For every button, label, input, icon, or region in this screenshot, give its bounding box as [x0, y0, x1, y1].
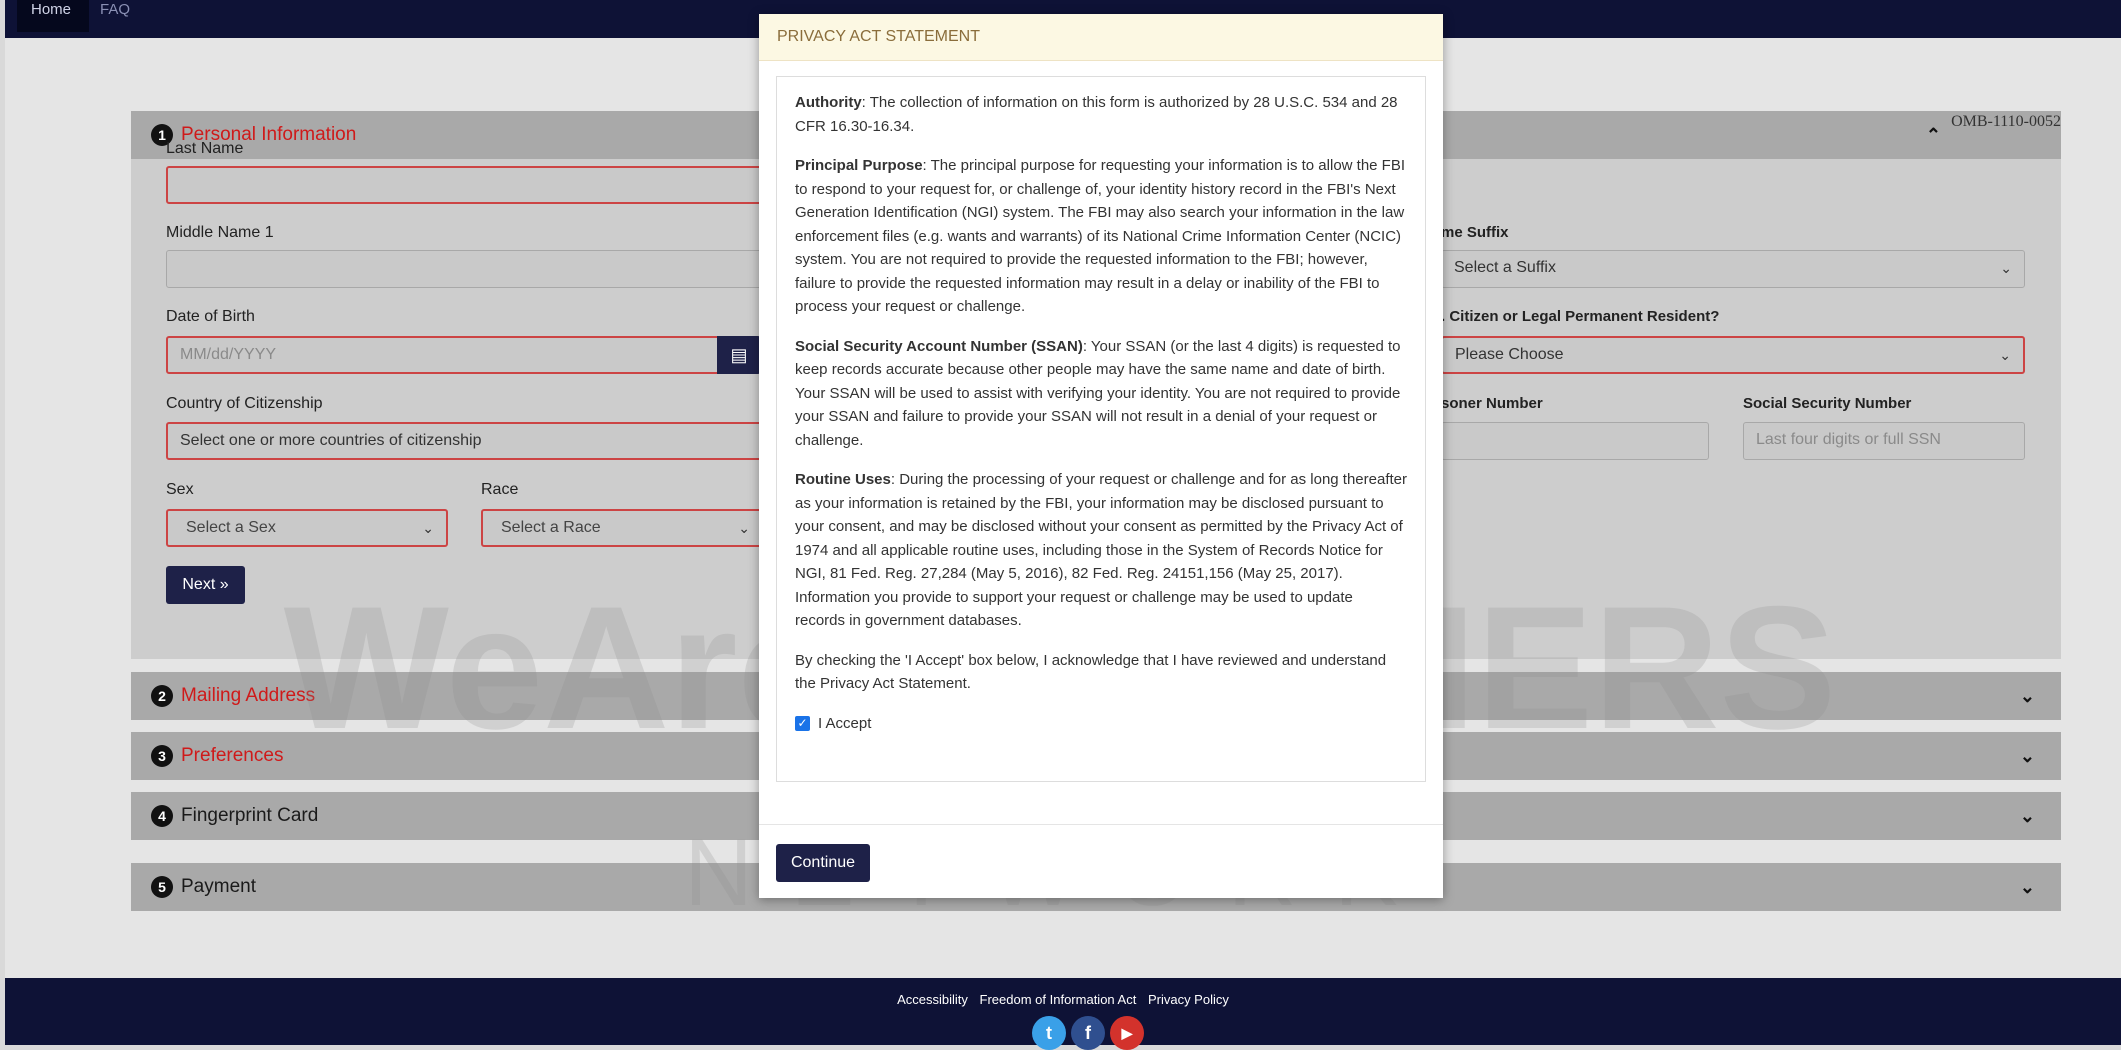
chevron-down-icon: ⌄: [738, 520, 750, 536]
panel-title: Payment: [181, 876, 256, 897]
chevron-down-icon: ⌄: [2000, 260, 2012, 276]
step-number: 3: [151, 745, 173, 767]
next-button[interactable]: Next »: [166, 566, 245, 604]
chevron-up-icon[interactable]: ⌃: [1926, 125, 1941, 146]
modal-title: PRIVACY ACT STATEMENT: [759, 14, 1443, 61]
country-select[interactable]: Select one or more countries of citizens…: [166, 422, 764, 460]
routine-uses-paragraph: Routine Uses: During the processing of y…: [795, 468, 1407, 633]
authority-label: Authority: [795, 94, 862, 111]
panel-title: Preferences: [181, 745, 284, 766]
ssn-label: Social Security Number: [1743, 395, 1912, 412]
privacy-act-modal: PRIVACY ACT STATEMENT Authority: The col…: [759, 14, 1443, 898]
step-number: 2: [151, 685, 173, 707]
chevron-down-icon[interactable]: ⌄: [2020, 877, 2035, 898]
panel-title: Mailing Address: [181, 685, 316, 706]
calendar-icon[interactable]: ▤: [717, 336, 761, 374]
country-label: Country of Citizenship: [166, 395, 323, 412]
sex-select[interactable]: Select a Sex ⌄: [166, 509, 448, 547]
purpose-text: : The principal purpose for requesting y…: [795, 157, 1406, 315]
authority-text: : The collection of information on this …: [795, 94, 1398, 135]
citizen-label: . Citizen or Legal Permanent Resident?: [1441, 308, 1720, 325]
routine-uses-label: Routine Uses: [795, 471, 891, 488]
purpose-label: Principal Purpose: [795, 157, 923, 174]
ssan-paragraph: Social Security Account Number (SSAN): Y…: [795, 335, 1407, 453]
citizen-value: Please Choose: [1455, 346, 1564, 363]
sex-label: Sex: [166, 481, 194, 498]
authority-paragraph: Authority: The collection of information…: [795, 91, 1407, 138]
dob-placeholder: MM/dd/YYYY: [180, 346, 277, 363]
prisoner-number-input[interactable]: [1441, 422, 1709, 460]
omb-number: OMB-1110-0052: [1951, 113, 2061, 130]
accept-checkbox[interactable]: ✓: [795, 715, 810, 731]
nav-faq-link[interactable]: FAQ: [100, 0, 130, 20]
step-number: 5: [151, 876, 173, 898]
ssn-input[interactable]: Last four digits or full SSN: [1743, 422, 2025, 460]
chevron-down-icon[interactable]: ⌄: [2020, 686, 2035, 707]
next-label: Next: [182, 576, 216, 593]
footer-link-accessibility[interactable]: Accessibility: [897, 992, 968, 1007]
race-value: Select a Race: [501, 519, 601, 536]
suffix-label: me Suffix: [1441, 224, 1509, 241]
accept-row: ✓ I Accept: [795, 712, 1407, 736]
nav-home-link[interactable]: Home: [17, 0, 89, 32]
footer-link-privacy-policy[interactable]: Privacy Policy: [1148, 992, 1229, 1007]
panel-title: Fingerprint Card: [181, 805, 319, 826]
middle-name-label: Middle Name 1: [166, 224, 274, 241]
accept-label[interactable]: I Accept: [818, 712, 871, 736]
suffix-value: Select a Suffix: [1454, 259, 1556, 276]
modal-footer: [759, 824, 1443, 825]
last-name-input[interactable]: [166, 166, 764, 204]
dob-input[interactable]: MM/dd/YYYY: [166, 336, 719, 374]
race-select[interactable]: Select a Race ⌄: [481, 509, 764, 547]
modal-content: Authority: The collection of information…: [776, 76, 1426, 782]
sex-value: Select a Sex: [186, 519, 276, 536]
race-label: Race: [481, 481, 519, 498]
suffix-select[interactable]: Select a Suffix ⌄: [1441, 250, 2025, 288]
chevron-down-icon: ⌄: [422, 520, 434, 536]
routine-uses-text: : During the processing of your request …: [795, 471, 1407, 629]
footer-link-foia[interactable]: Freedom of Information Act: [980, 992, 1137, 1007]
continue-button[interactable]: Continue: [776, 844, 870, 882]
ssn-placeholder: Last four digits or full SSN: [1756, 431, 1941, 448]
middle-name-input[interactable]: [166, 250, 764, 288]
ssan-label: Social Security Account Number (SSAN): [795, 337, 1083, 355]
last-name-label: Last Name: [166, 140, 244, 157]
chevron-down-icon[interactable]: ⌄: [2020, 746, 2035, 767]
chevron-down-icon: ⌄: [1999, 347, 2011, 363]
purpose-paragraph: Principal Purpose: The principal purpose…: [795, 154, 1407, 319]
footer-links: Accessibility Freedom of Information Act…: [5, 992, 2121, 1007]
acknowledgement-text: By checking the 'I Accept' box below, I …: [795, 651, 1387, 693]
chevron-down-icon[interactable]: ⌄: [2020, 806, 2035, 827]
dob-label: Date of Birth: [166, 308, 255, 325]
step-number: 4: [151, 805, 173, 827]
prisoner-number-label: soner Number: [1441, 395, 1543, 412]
citizen-select[interactable]: Please Choose ⌄: [1441, 336, 2025, 374]
site-footer: Accessibility Freedom of Information Act…: [5, 978, 2121, 1050]
